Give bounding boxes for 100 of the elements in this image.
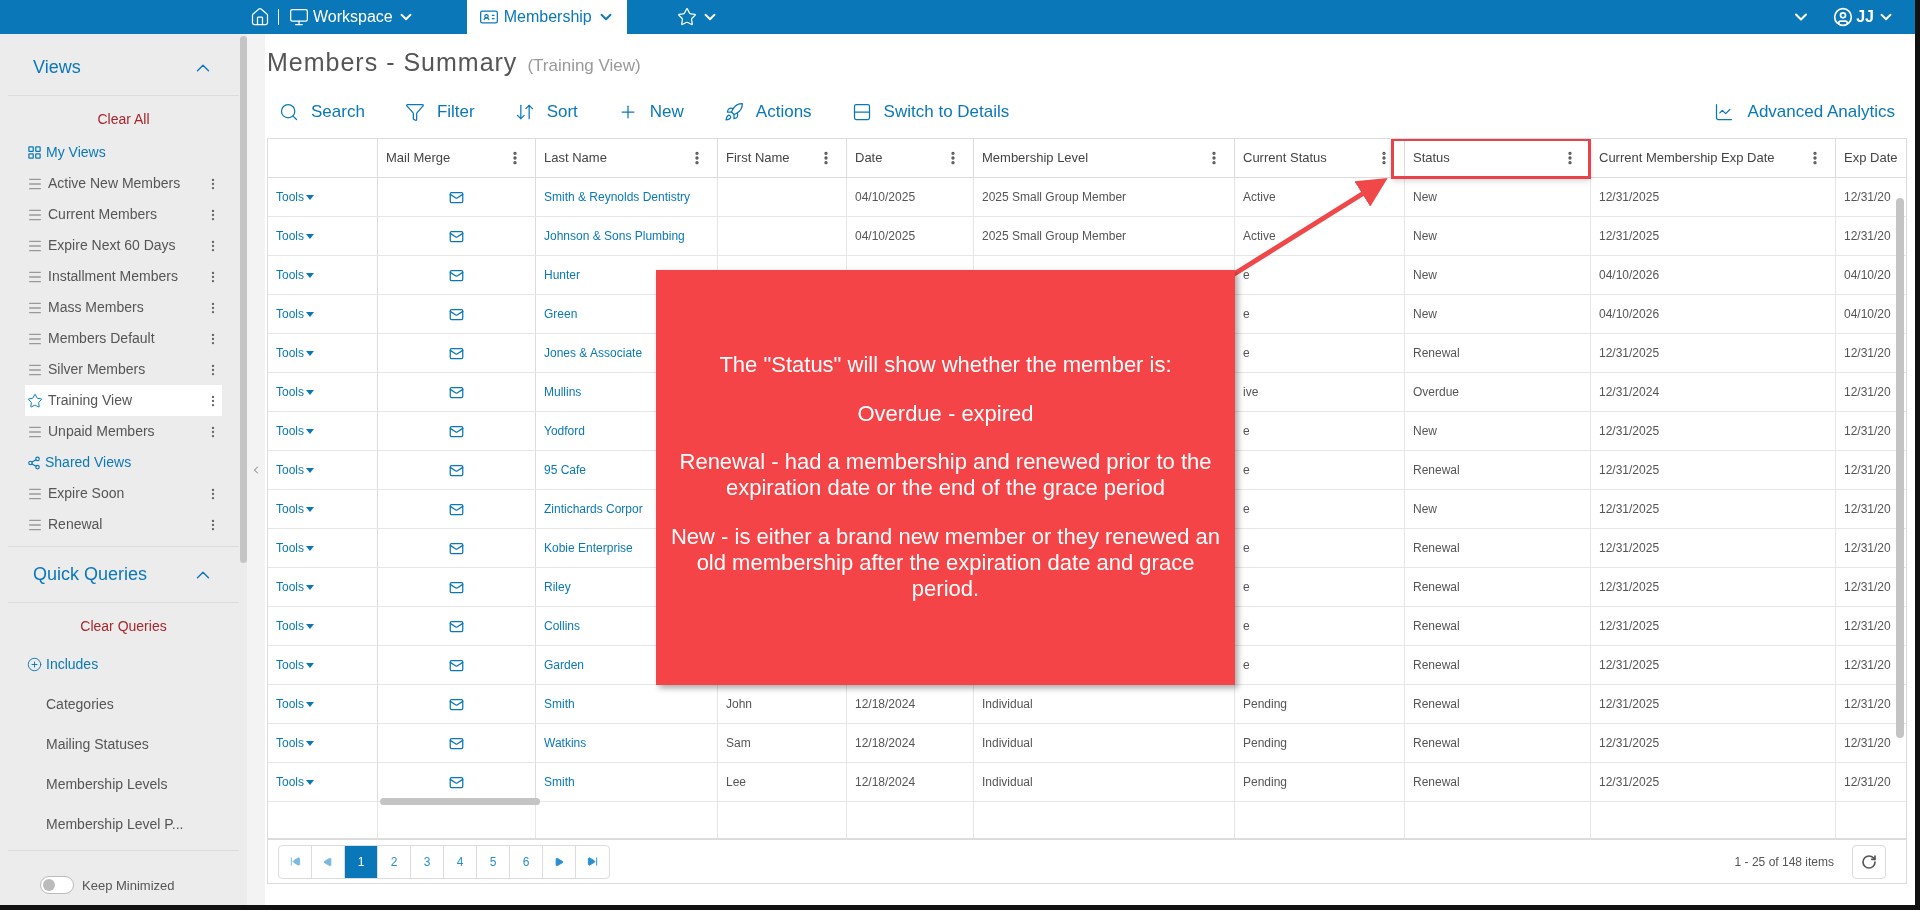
member-link[interactable]: Collins xyxy=(544,617,580,635)
column-header[interactable]: Membership Level xyxy=(974,139,1235,177)
user-menu[interactable]: JJ xyxy=(1833,5,1895,29)
tools-menu[interactable]: Tools xyxy=(276,695,314,713)
toolbar-button[interactable]: Switch to Details xyxy=(839,99,1022,125)
query-item[interactable]: Mailing Statuses xyxy=(46,733,149,755)
member-link[interactable]: Yodford xyxy=(544,422,585,440)
mail-icon[interactable] xyxy=(449,306,464,322)
tools-menu[interactable]: Tools xyxy=(276,578,314,596)
scrollbar-thumb[interactable] xyxy=(380,798,540,805)
page-button[interactable]: 4 xyxy=(444,845,477,878)
scrollbar-thumb[interactable] xyxy=(240,36,247,563)
column-header[interactable]: Date xyxy=(847,139,974,177)
member-link[interactable]: Watkins xyxy=(544,734,587,752)
view-item[interactable]: Expire Soon xyxy=(25,478,222,509)
mail-icon[interactable] xyxy=(449,462,464,478)
toolbar-button[interactable]: Filter xyxy=(392,99,487,125)
member-link[interactable]: Smith & Reynolds Dentistry xyxy=(544,188,691,206)
column-header[interactable]: Current Status xyxy=(1235,139,1405,177)
member-link[interactable]: 95 Cafe xyxy=(544,461,587,479)
page-button[interactable]: 5 xyxy=(477,845,510,878)
toggle-switch[interactable] xyxy=(40,876,74,895)
member-link[interactable]: Smith xyxy=(544,695,575,713)
tools-menu[interactable]: Tools xyxy=(276,344,314,362)
view-item[interactable]: Unpaid Members xyxy=(25,416,222,447)
tools-menu[interactable]: Tools xyxy=(276,227,314,245)
analytics-button[interactable]: Advanced Analytics xyxy=(1713,99,1895,125)
home-icon[interactable] xyxy=(250,7,270,27)
page-button[interactable]: 1 xyxy=(345,845,378,878)
query-item[interactable]: Membership Levels xyxy=(46,773,168,795)
view-item[interactable]: Current Members xyxy=(25,199,222,230)
tools-menu[interactable]: Tools xyxy=(276,188,314,206)
member-link[interactable]: Zintichards Corpor xyxy=(544,500,643,518)
column-header[interactable]: Status xyxy=(1405,139,1591,177)
tools-menu[interactable]: Tools xyxy=(276,383,314,401)
mail-icon[interactable] xyxy=(449,540,464,556)
workspace-menu[interactable]: Workspace xyxy=(287,5,417,29)
add-icon[interactable] xyxy=(27,656,42,672)
view-item[interactable]: Members Default xyxy=(25,323,222,354)
view-item[interactable]: Active New Members xyxy=(25,168,222,199)
tools-menu[interactable]: Tools xyxy=(276,305,314,323)
module-tab[interactable]: Membership xyxy=(466,0,627,34)
star-icon[interactable] xyxy=(676,7,697,27)
member-link[interactable]: Hunter xyxy=(544,266,581,284)
tools-menu[interactable]: Tools xyxy=(276,773,314,791)
member-link[interactable]: Kobie Enterprise xyxy=(544,539,633,557)
member-link[interactable]: Garden xyxy=(544,656,585,674)
mail-icon[interactable] xyxy=(449,423,464,439)
page-button[interactable]: 6 xyxy=(510,845,543,878)
tools-menu[interactable]: Tools xyxy=(276,461,314,479)
member-link[interactable]: Smith xyxy=(544,773,575,791)
mail-icon[interactable] xyxy=(449,384,464,400)
column-header[interactable]: Current Membership Exp Date xyxy=(1591,139,1836,177)
tools-menu[interactable]: Tools xyxy=(276,734,314,752)
member-link[interactable]: Green xyxy=(544,305,578,323)
mail-icon[interactable] xyxy=(449,696,464,712)
toolbar-button[interactable]: Search xyxy=(267,99,377,125)
page-button[interactable]: 2 xyxy=(378,845,411,878)
toolbar-button[interactable]: Actions xyxy=(711,99,824,125)
view-item[interactable]: Mass Members xyxy=(25,292,222,323)
mail-icon[interactable] xyxy=(449,657,464,673)
member-link[interactable]: Riley xyxy=(544,578,571,596)
column-header[interactable]: First Name xyxy=(718,139,847,177)
tools-menu[interactable]: Tools xyxy=(276,500,314,518)
member-link[interactable]: Johnson & Sons Plumbing xyxy=(544,227,685,245)
page-button[interactable]: 3 xyxy=(411,845,444,878)
view-item[interactable]: Expire Next 60 Days xyxy=(25,230,222,261)
refresh-button[interactable] xyxy=(1852,844,1886,879)
mail-icon[interactable] xyxy=(449,189,464,205)
mail-icon[interactable] xyxy=(449,774,464,790)
query-item[interactable]: Membership Level P... xyxy=(46,813,184,835)
member-link[interactable]: Mullins xyxy=(544,383,582,401)
mail-icon[interactable] xyxy=(449,501,464,517)
tools-menu[interactable]: Tools xyxy=(276,539,314,557)
tools-menu[interactable]: Tools xyxy=(276,266,314,284)
tools-menu[interactable]: Tools xyxy=(276,656,314,674)
mail-icon[interactable] xyxy=(449,267,464,283)
includes-link[interactable]: Includes xyxy=(46,653,99,675)
tools-menu[interactable]: Tools xyxy=(276,422,314,440)
clear-link[interactable]: Clear Queries xyxy=(80,616,167,637)
toolbar-button[interactable]: Sort xyxy=(502,99,590,125)
column-header[interactable]: Last Name xyxy=(536,139,718,177)
mail-icon[interactable] xyxy=(449,735,464,751)
view-item[interactable]: Silver Members xyxy=(25,354,222,385)
clear-link[interactable]: Clear All xyxy=(97,109,150,130)
view-item[interactable]: Training View xyxy=(25,385,222,416)
view-item[interactable]: Installment Members xyxy=(25,261,222,292)
view-item[interactable]: Renewal xyxy=(25,509,222,540)
member-link[interactable]: Jones & Associate xyxy=(544,344,643,362)
view-group-link[interactable]: Shared Views xyxy=(45,452,132,473)
query-item[interactable]: Categories xyxy=(46,693,114,715)
column-header[interactable]: Mail Merge xyxy=(378,139,536,177)
tools-menu[interactable]: Tools xyxy=(276,617,314,635)
mail-icon[interactable] xyxy=(449,618,464,634)
scrollbar-thumb[interactable] xyxy=(1896,198,1904,738)
toolbar-button[interactable]: New xyxy=(605,99,696,125)
mail-icon[interactable] xyxy=(449,228,464,244)
mail-icon[interactable] xyxy=(449,579,464,595)
column-header[interactable]: Exp Date xyxy=(1836,139,1906,177)
view-group-link[interactable]: My Views xyxy=(46,142,106,163)
